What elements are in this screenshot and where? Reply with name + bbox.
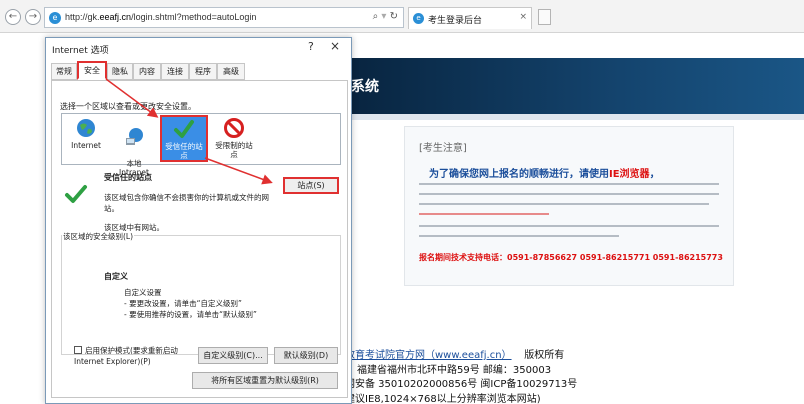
custom-level-button[interactable]: 自定义级别(C)... (198, 347, 268, 364)
trusted-check-icon (65, 185, 87, 203)
security-detail-line: 自定义设置 (124, 288, 162, 297)
default-level-button[interactable]: 默认级别(D) (274, 347, 338, 364)
zone-label: Internet (71, 141, 101, 150)
help-icon[interactable]: ? (308, 40, 314, 53)
tab-general[interactable]: 常规 (51, 63, 77, 80)
zone-label: 受信任的站点 (165, 142, 203, 160)
tab-programs[interactable]: 程序 (189, 63, 217, 80)
protected-mode-option[interactable]: 启用保护模式(要求重新启动 Internet Explorer)(P) (74, 345, 178, 367)
no-entry-icon (224, 118, 244, 138)
intranet-icon (126, 128, 143, 145)
dialog-title: Internet 选项 (52, 46, 109, 56)
tab-favicon-icon: e (413, 13, 424, 24)
tab-connections[interactable]: 连接 (161, 63, 189, 80)
notice-text-line (419, 203, 709, 205)
banner-title: 系统 (351, 79, 379, 95)
zone-prompt: 选择一个区域以查看或更改安全设置。 (60, 102, 196, 111)
internet-options-dialog: Internet 选项 ? × 常规 安全 隐私 内容 连接 程序 高级 选择一… (45, 37, 352, 404)
support-phones: 报名期间技术支持电话：0591-87856627 0591-86215771 0… (419, 253, 723, 262)
footer-icp: 网安备 35010202000856号 闽ICP备10029713号 (345, 379, 578, 390)
notice-lead: 为了确保您网上报名的顺畅进行，请使用IE浏览器， (429, 169, 660, 180)
notice-panel: [考生注意] 为了确保您网上报名的顺畅进行，请使用IE浏览器， 报名期间技术支持… (404, 126, 734, 286)
security-level-legend: 该区域的安全级别(L) (62, 231, 135, 242)
security-level-custom: 自定义 (104, 272, 128, 281)
security-detail-line: - 要使用推荐的设置，请单击“默认级别” (124, 310, 257, 319)
zone-heading: 受信任的站点 (104, 173, 152, 182)
security-detail-line: - 要更改设置，请单击“自定义级别” (124, 299, 242, 308)
site-favicon-icon: e (49, 12, 61, 24)
zone-description: 该区域包含你确信不会损害你的计算机或文件的网站。 (104, 193, 269, 213)
address-url: http://gk.eeafj.cn/login.shtml?method=au… (65, 12, 257, 22)
zone-list: Internet 本地 Intranet 受信任的站点 受限制的站点 (61, 113, 341, 177)
reset-all-zones-button[interactable]: 将所有区域重置为默认级别(R) (192, 372, 338, 389)
security-tab-panel: 选择一个区域以查看或更改安全设置。 Internet 本地 Intranet 受… (51, 80, 348, 398)
notice-text-line (419, 193, 719, 195)
footer-link[interactable]: 教育考试院官方网（www.eeafj.cn） (345, 350, 512, 361)
zone-local-intranet[interactable]: 本地 Intranet (112, 117, 156, 177)
footer-hint: 建议IE8,1024×768以上分辨率浏览本网站) (345, 394, 541, 404)
protected-mode-checkbox[interactable] (74, 346, 82, 354)
sites-button[interactable]: 站点(S) (283, 177, 339, 194)
search-icon[interactable]: ⌕ (373, 11, 379, 22)
tab-privacy[interactable]: 隐私 (107, 63, 133, 80)
zone-label: 受限制的站点 (215, 141, 253, 159)
notice-text-line (419, 235, 619, 237)
notice-text-line (419, 213, 549, 215)
tab-content[interactable]: 内容 (133, 63, 161, 80)
tab-close-icon[interactable]: × (519, 12, 527, 22)
forward-arrow-icon: → (28, 11, 38, 22)
tab-security[interactable]: 安全 (77, 61, 107, 80)
zone-internet[interactable]: Internet (64, 117, 108, 150)
footer-copyright: 教育考试院官方网（www.eeafj.cn） 版权所有 (345, 350, 565, 361)
notice-heading: [考生注意] (419, 143, 467, 154)
zone-trusted-sites[interactable]: 受信任的站点 (160, 115, 208, 162)
refresh-icon[interactable]: ↻ (390, 11, 398, 22)
notice-text-line (419, 225, 719, 227)
tab-advanced[interactable]: 高级 (217, 63, 245, 80)
globe-icon (77, 119, 95, 137)
checkmark-icon (174, 120, 194, 138)
footer-address: 福建省福州市北环中路59号 邮编：350003 (357, 365, 552, 376)
banner-underline (345, 114, 804, 120)
tab-title: 考生登录后台 (428, 16, 483, 26)
address-bar[interactable]: e http://gk.eeafj.cn/login.shtml?method=… (44, 7, 404, 28)
forward-button[interactable]: → (25, 9, 41, 25)
protected-mode-label: 启用保护模式(要求重新启动 Internet Explorer)(P) (74, 346, 178, 366)
close-icon[interactable]: × (330, 39, 340, 53)
back-button[interactable]: ← (5, 9, 21, 25)
browser-tab-active[interactable]: e 考生登录后台 × (408, 7, 532, 29)
new-tab-button[interactable] (538, 9, 551, 25)
page-banner: 系统 (345, 58, 804, 114)
browser-toolbar: ← → e http://gk.eeafj.cn/login.shtml?met… (0, 0, 804, 33)
back-arrow-icon: ← (8, 11, 18, 22)
address-actions: ⌕ ▾ ↻ (372, 11, 398, 22)
zone-restricted-sites[interactable]: 受限制的站点 (212, 117, 256, 159)
notice-text-line (419, 183, 719, 185)
security-level-details: 自定义设置 - 要更改设置，请单击“自定义级别” - 要使用推荐的设置，请单击“… (124, 287, 257, 320)
